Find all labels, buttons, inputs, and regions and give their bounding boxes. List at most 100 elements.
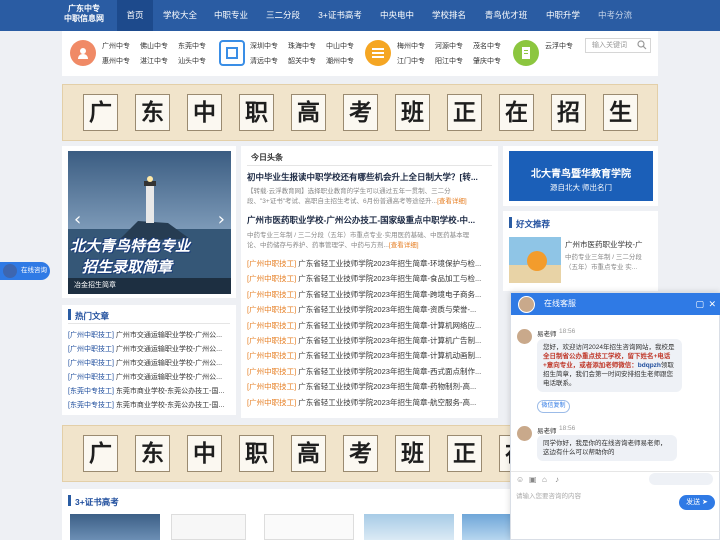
nav-ranking[interactable]: 学校排名 [426, 0, 472, 31]
nav-32[interactable]: 三二分段 [260, 0, 306, 31]
site-logo[interactable]: 广东中专 中职信息网 [58, 4, 110, 24]
region-link[interactable]: 云浮中专 [545, 41, 573, 51]
region-link[interactable]: 清远中专 [250, 56, 278, 66]
nav-home[interactable]: 首页 [117, 0, 153, 31]
slider-caption[interactable]: 冶金招生简章 [68, 278, 231, 294]
nav-qingniao[interactable]: 青鸟优才班 [478, 0, 534, 31]
category-tag[interactable]: [广州中职技工] [247, 336, 296, 345]
headline-list-item[interactable]: [广州中职技工] 广东省轻工业技师学院2023年招生简章-食品加工与检... [247, 273, 494, 284]
category-tag[interactable]: [广州中职技工] [247, 274, 296, 283]
article-thumbnail[interactable] [171, 514, 246, 540]
region-link[interactable]: 东莞中专 [178, 41, 206, 51]
category-tag[interactable]: [东莞中专技工] [68, 388, 114, 395]
category-tag[interactable]: [广州中职技工] [247, 367, 296, 376]
region-link[interactable]: 潮州中专 [326, 56, 354, 66]
category-tag[interactable]: [广州中职技工] [68, 374, 114, 381]
qingniao-ad[interactable]: 北大青鸟暨华教育学院 源自北大 师出名门 [509, 151, 653, 201]
region-link[interactable]: 肇庆中专 [473, 56, 501, 66]
headline-list-item[interactable]: [广州中职技工] 广东省轻工业技师学院2023年招生简章-计算机网络应... [247, 320, 494, 331]
headline-list-item[interactable]: [广州中职技工] 广东省轻工业技师学院2023年招生简章-西式面点制作... [247, 366, 494, 377]
category-tag[interactable]: [广州中职技工] [247, 398, 296, 407]
chat-input[interactable]: 请输入您要咨询的内容 [516, 490, 581, 500]
online-consult-button[interactable]: 在线咨询 [0, 262, 50, 280]
copy-wechat-button[interactable]: 微信复制 [537, 400, 570, 413]
image-slider[interactable]: 北大青鸟特色专业 招生录取简章 冶金招生简章 ‹ › [68, 151, 231, 294]
headline-1-more-link[interactable]: [查看详细] [437, 198, 467, 205]
headline-list-item[interactable]: [广州中职技工] 广东省轻工业技师学院2023年招生简章-航空服务-高... [247, 397, 494, 408]
recommend-item-title[interactable]: 广州市医药职业学校-广 [565, 239, 657, 250]
msg1-text: 您好，欢迎访问2024年招生咨询网站，我校是 [543, 344, 675, 351]
region-link[interactable]: 茂名中专 [473, 41, 501, 51]
region-link[interactable]: 河源中专 [435, 41, 463, 51]
region-link[interactable]: 广州中专 [102, 41, 130, 51]
send-button[interactable]: 发送 ➤ [679, 495, 715, 510]
close-icon[interactable]: ✕ [708, 293, 716, 315]
headline-1[interactable]: 初中毕业生报读中职学校还有哪些机会升上全日制大学？[转... [247, 171, 494, 183]
banner-char: 东 [135, 435, 170, 472]
region-link[interactable]: 中山中专 [326, 41, 354, 51]
category-tag[interactable]: [广州中职技工] [68, 332, 114, 339]
region-link[interactable]: 汕头中专 [178, 56, 206, 66]
region-link[interactable]: 江门中专 [397, 56, 425, 66]
region-link[interactable]: 珠海中专 [288, 41, 316, 51]
hot-article-item[interactable]: [广州中职技工] 广州市交通运输职业学校-广州公... [68, 344, 232, 354]
category-tag[interactable]: [广州中职技工] [247, 305, 296, 314]
region-link[interactable]: 佛山中专 [140, 41, 168, 51]
nav-3plus[interactable]: 3+证书高考 [312, 0, 368, 31]
audio-icon[interactable]: ♪ [555, 475, 559, 484]
nav-upgrade[interactable]: 中职升学 [540, 0, 586, 31]
nav-diversion[interactable]: 中考分流 [592, 0, 638, 31]
region-link[interactable]: 韶关中专 [288, 56, 316, 66]
headline-list-item[interactable]: [广州中职技工] 广东省轻工业技师学院2023年招生简章-环境保护与检... [247, 258, 494, 269]
region-link[interactable]: 阳江中专 [435, 56, 463, 66]
quick-reply[interactable] [649, 473, 713, 485]
beach-thumbnail[interactable] [509, 237, 561, 283]
category-tag[interactable]: [广州中职技工] [247, 259, 296, 268]
headline-list-item[interactable]: [广州中职技工] 广东省轻工业技师学院2023年招生简章-计算机动画制... [247, 350, 494, 361]
search-input[interactable]: 输入关键词 [585, 38, 651, 53]
headline-list-item[interactable]: [广州中职技工] 广东省轻工业技师学院2023年招生简章-计算机广告制... [247, 335, 494, 346]
headline-list-item[interactable]: [广州中职技工] 广东省轻工业技师学院2023年招生简章-跨境电子商务... [247, 289, 494, 300]
headline-2[interactable]: 广州市医药职业学校-广州公办技工-国家级重点中职学校-中... [247, 214, 494, 226]
hot-article-item[interactable]: [东莞中专技工] 东莞市商业学校-东莞公办技工-国... [68, 386, 232, 396]
nav-central[interactable]: 中央电中 [374, 0, 420, 31]
article-thumbnail[interactable] [264, 514, 354, 540]
category-tag[interactable]: [东莞中专技工] [68, 402, 114, 409]
hot-article-item[interactable]: [广州中职技工] 广州市交通运输职业学校-广州公... [68, 330, 232, 340]
banner-char: 招 [551, 94, 586, 131]
nav-majors[interactable]: 中职专业 [208, 0, 254, 31]
headline-1-desc: 【转载·云浮教育网】选择职业教育的学生可以通过五年一贯制、三二分 段、"3+证书… [247, 187, 494, 207]
hot-article-text: 广州市交通运输职业学校-广州公... [115, 360, 223, 367]
hot-article-item[interactable]: [广州中职技工] 广州市交通运输职业学校-广州公... [68, 372, 232, 382]
region-link[interactable]: 湛江中专 [140, 56, 168, 66]
nav-schools[interactable]: 学校大全 [158, 0, 202, 31]
category-tag[interactable]: [广州中职技工] [68, 346, 114, 353]
search-icon[interactable] [637, 40, 647, 50]
region-link[interactable]: 梅州中专 [397, 41, 425, 51]
attachment-icon[interactable]: ⌂ [542, 475, 547, 484]
region-link[interactable]: 深圳中专 [250, 41, 278, 51]
category-tag[interactable]: [广州中职技工] [68, 360, 114, 367]
category-tag[interactable]: [广州中职技工] [247, 290, 296, 299]
category-tag[interactable]: [广州中职技工] [247, 321, 296, 330]
category-tag[interactable]: [广州中职技工] [247, 351, 296, 360]
headline-list-item[interactable]: [广州中职技工] 广东省轻工业技师学院2023年招生简章-资质与荣誉-... [247, 304, 494, 315]
slider-next-icon[interactable]: › [218, 209, 225, 230]
headline-list-item[interactable]: [广州中职技工] 广东省轻工业技师学院2023年招生简章-药物制剂-高... [247, 381, 494, 392]
headline-2-more-link[interactable]: [查看详细] [389, 242, 419, 249]
article-thumbnail[interactable] [364, 514, 454, 540]
divider [511, 471, 720, 472]
article-thumbnail[interactable] [70, 514, 160, 540]
hot-article-item[interactable]: [广州中职技工] 广州市交通运输职业学校-广州公... [68, 358, 232, 368]
banner-char: 班 [395, 435, 430, 472]
banner-char: 班 [395, 94, 430, 131]
image-icon[interactable]: ▣ [529, 475, 537, 484]
slider-prev-icon[interactable]: ‹ [74, 209, 81, 230]
hot-article-item[interactable]: [东莞中专技工] 东莞市商业学校-东莞公办技工-国... [68, 400, 232, 410]
maximize-icon[interactable]: ▢ [695, 293, 704, 315]
category-tag[interactable]: [广州中职技工] [247, 382, 296, 391]
article-thumbnail[interactable] [462, 514, 510, 540]
promo-banner-top[interactable]: 广 东 中 职 高 考 班 正 在 招 生 [62, 84, 658, 141]
region-link[interactable]: 惠州中专 [102, 56, 130, 66]
emoji-icon[interactable]: ☺ [516, 475, 524, 484]
